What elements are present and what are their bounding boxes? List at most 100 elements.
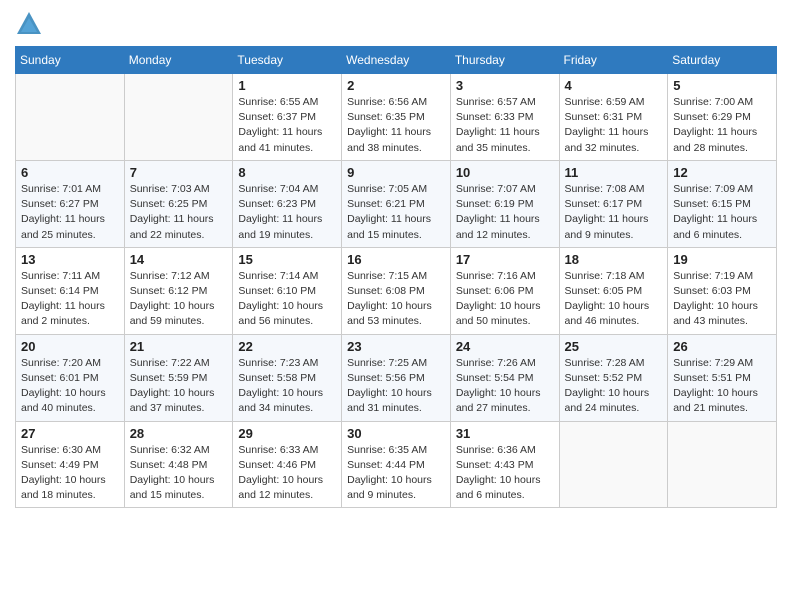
calendar-cell: 25 Sunrise: 7:28 AM Sunset: 5:52 PM Dayli… xyxy=(559,334,668,421)
day-number: 22 xyxy=(238,339,336,354)
day-number: 7 xyxy=(130,165,228,180)
day-info: Sunrise: 7:00 AM Sunset: 6:29 PM Dayligh… xyxy=(673,95,771,156)
calendar-cell: 20Sunrise: 7:20 AM Sunset: 6:01 PM Dayli… xyxy=(16,334,125,421)
day-info: Sunrise: 6:57 AM Sunset: 6:33 PM Dayligh… xyxy=(456,95,554,156)
day-info: Sunrise: 7:08 AM Sunset: 6:17 PM Dayligh… xyxy=(565,182,663,243)
day-info: Sunrise: 7:05 AM Sunset: 6:21 PM Dayligh… xyxy=(347,182,445,243)
day-info: Sunrise: 7:12 AM Sunset: 6:12 PM Dayligh… xyxy=(130,269,228,330)
calendar-cell: 11 Sunrise: 7:08 AM Sunset: 6:17 PM Dayli… xyxy=(559,160,668,247)
calendar-cell: 23 Sunrise: 7:25 AM Sunset: 5:56 PM Dayli… xyxy=(342,334,451,421)
day-number: 11 xyxy=(565,165,663,180)
calendar-cell: 8 Sunrise: 7:04 AM Sunset: 6:23 PM Daylig… xyxy=(233,160,342,247)
day-info: Sunrise: 6:35 AM Sunset: 4:44 PM Dayligh… xyxy=(347,443,445,504)
day-number: 13 xyxy=(21,252,119,267)
day-info: Sunrise: 7:26 AM Sunset: 5:54 PM Dayligh… xyxy=(456,356,554,417)
calendar-cell: 30 Sunrise: 6:35 AM Sunset: 4:44 PM Dayli… xyxy=(342,421,451,508)
calendar-cell: 1Sunrise: 6:55 AM Sunset: 6:37 PM Daylig… xyxy=(233,74,342,161)
day-info: Sunrise: 7:15 AM Sunset: 6:08 PM Dayligh… xyxy=(347,269,445,330)
day-number: 17 xyxy=(456,252,554,267)
day-of-week-header: Saturday xyxy=(668,47,777,74)
day-number: 23 xyxy=(347,339,445,354)
calendar-week-row: 13 Sunrise: 7:11 AM Sunset: 6:14 PM Dayli… xyxy=(16,247,777,334)
calendar-cell: 29 Sunrise: 6:33 AM Sunset: 4:46 PM Dayli… xyxy=(233,421,342,508)
calendar-cell: 31 Sunrise: 6:36 AM Sunset: 4:43 PM Dayli… xyxy=(450,421,559,508)
day-of-week-header: Thursday xyxy=(450,47,559,74)
calendar-cell: 17 Sunrise: 7:16 AM Sunset: 6:06 PM Dayli… xyxy=(450,247,559,334)
day-number: 31 xyxy=(456,426,554,441)
logo-icon xyxy=(15,10,43,38)
day-number: 21 xyxy=(130,339,228,354)
calendar-cell: 2 Sunrise: 6:56 AM Sunset: 6:35 PM Daylig… xyxy=(342,74,451,161)
day-number: 14 xyxy=(130,252,228,267)
calendar-cell: 10 Sunrise: 7:07 AM Sunset: 6:19 PM Dayli… xyxy=(450,160,559,247)
day-info: Sunrise: 7:07 AM Sunset: 6:19 PM Dayligh… xyxy=(456,182,554,243)
day-info: Sunrise: 6:36 AM Sunset: 4:43 PM Dayligh… xyxy=(456,443,554,504)
day-info: Sunrise: 7:03 AM Sunset: 6:25 PM Dayligh… xyxy=(130,182,228,243)
day-of-week-header: Friday xyxy=(559,47,668,74)
calendar-cell: 9Sunrise: 7:05 AM Sunset: 6:21 PM Daylig… xyxy=(342,160,451,247)
day-number: 27 xyxy=(21,426,119,441)
day-number: 2 xyxy=(347,78,445,93)
day-number: 24 xyxy=(456,339,554,354)
day-number: 12 xyxy=(673,165,771,180)
calendar-cell: 4Sunrise: 6:59 AM Sunset: 6:31 PM Daylig… xyxy=(559,74,668,161)
day-number: 15 xyxy=(238,252,336,267)
calendar-cell: 14 Sunrise: 7:12 AM Sunset: 6:12 PM Dayli… xyxy=(124,247,233,334)
day-of-week-header: Monday xyxy=(124,47,233,74)
day-number: 30 xyxy=(347,426,445,441)
calendar-cell: 28 Sunrise: 6:32 AM Sunset: 4:48 PM Dayli… xyxy=(124,421,233,508)
day-number: 1 xyxy=(238,78,336,93)
day-info: Sunrise: 7:25 AM Sunset: 5:56 PM Dayligh… xyxy=(347,356,445,417)
calendar-cell: 3 Sunrise: 6:57 AM Sunset: 6:33 PM Daylig… xyxy=(450,74,559,161)
calendar-cell xyxy=(124,74,233,161)
calendar-cell: 6Sunrise: 7:01 AM Sunset: 6:27 PM Daylig… xyxy=(16,160,125,247)
calendar-cell xyxy=(559,421,668,508)
calendar-cell: 21 Sunrise: 7:22 AM Sunset: 5:59 PM Dayli… xyxy=(124,334,233,421)
calendar-week-row: 1Sunrise: 6:55 AM Sunset: 6:37 PM Daylig… xyxy=(16,74,777,161)
day-info: Sunrise: 7:28 AM Sunset: 5:52 PM Dayligh… xyxy=(565,356,663,417)
calendar-header-row: SundayMondayTuesdayWednesdayThursdayFrid… xyxy=(16,47,777,74)
day-number: 16 xyxy=(347,252,445,267)
calendar-cell: 27Sunrise: 6:30 AM Sunset: 4:49 PM Dayli… xyxy=(16,421,125,508)
day-info: Sunrise: 7:23 AM Sunset: 5:58 PM Dayligh… xyxy=(238,356,336,417)
day-info: Sunrise: 6:33 AM Sunset: 4:46 PM Dayligh… xyxy=(238,443,336,504)
calendar-cell: 15 Sunrise: 7:14 AM Sunset: 6:10 PM Dayli… xyxy=(233,247,342,334)
day-number: 10 xyxy=(456,165,554,180)
calendar-cell xyxy=(668,421,777,508)
header xyxy=(15,10,777,38)
day-info: Sunrise: 7:11 AM Sunset: 6:14 PM Dayligh… xyxy=(21,269,119,330)
day-info: Sunrise: 7:14 AM Sunset: 6:10 PM Dayligh… xyxy=(238,269,336,330)
day-number: 28 xyxy=(130,426,228,441)
day-info: Sunrise: 7:16 AM Sunset: 6:06 PM Dayligh… xyxy=(456,269,554,330)
day-info: Sunrise: 6:32 AM Sunset: 4:48 PM Dayligh… xyxy=(130,443,228,504)
calendar-cell: 19 Sunrise: 7:19 AM Sunset: 6:03 PM Dayli… xyxy=(668,247,777,334)
day-number: 3 xyxy=(456,78,554,93)
day-info: Sunrise: 7:22 AM Sunset: 5:59 PM Dayligh… xyxy=(130,356,228,417)
day-number: 25 xyxy=(565,339,663,354)
day-info: Sunrise: 7:04 AM Sunset: 6:23 PM Dayligh… xyxy=(238,182,336,243)
day-info: Sunrise: 7:19 AM Sunset: 6:03 PM Dayligh… xyxy=(673,269,771,330)
day-number: 5 xyxy=(673,78,771,93)
day-number: 20 xyxy=(21,339,119,354)
day-of-week-header: Tuesday xyxy=(233,47,342,74)
calendar-cell: 5 Sunrise: 7:00 AM Sunset: 6:29 PM Daylig… xyxy=(668,74,777,161)
day-of-week-header: Sunday xyxy=(16,47,125,74)
day-number: 4 xyxy=(565,78,663,93)
logo xyxy=(15,10,47,38)
calendar-table: SundayMondayTuesdayWednesdayThursdayFrid… xyxy=(15,46,777,508)
calendar-body: 1Sunrise: 6:55 AM Sunset: 6:37 PM Daylig… xyxy=(16,74,777,508)
calendar-week-row: 6Sunrise: 7:01 AM Sunset: 6:27 PM Daylig… xyxy=(16,160,777,247)
day-info: Sunrise: 6:56 AM Sunset: 6:35 PM Dayligh… xyxy=(347,95,445,156)
day-number: 19 xyxy=(673,252,771,267)
calendar-cell: 12Sunrise: 7:09 AM Sunset: 6:15 PM Dayli… xyxy=(668,160,777,247)
day-of-week-header: Wednesday xyxy=(342,47,451,74)
day-number: 26 xyxy=(673,339,771,354)
day-number: 29 xyxy=(238,426,336,441)
calendar-cell: 22 Sunrise: 7:23 AM Sunset: 5:58 PM Dayli… xyxy=(233,334,342,421)
calendar-cell: 24 Sunrise: 7:26 AM Sunset: 5:54 PM Dayli… xyxy=(450,334,559,421)
day-info: Sunrise: 7:01 AM Sunset: 6:27 PM Dayligh… xyxy=(21,182,119,243)
calendar-week-row: 27Sunrise: 6:30 AM Sunset: 4:49 PM Dayli… xyxy=(16,421,777,508)
day-number: 8 xyxy=(238,165,336,180)
calendar-cell: 18Sunrise: 7:18 AM Sunset: 6:05 PM Dayli… xyxy=(559,247,668,334)
calendar-week-row: 20Sunrise: 7:20 AM Sunset: 6:01 PM Dayli… xyxy=(16,334,777,421)
